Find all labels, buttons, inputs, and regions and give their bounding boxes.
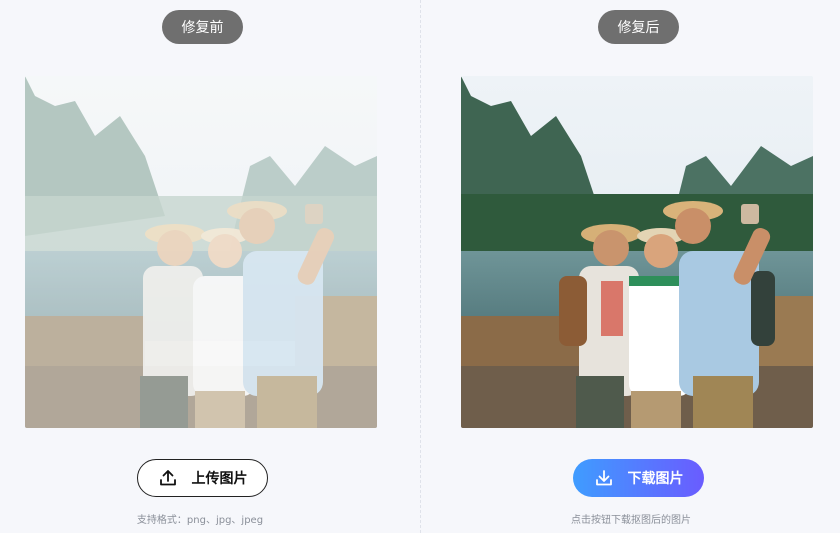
before-panel: 修复前 上传图片 支持格式：png、jpg、jpeg (0, 0, 420, 533)
upload-button[interactable]: 上传图片 (137, 459, 268, 497)
after-label: 修复后 (598, 10, 679, 44)
before-photo-image (25, 76, 377, 428)
upload-icon (158, 468, 178, 488)
before-photo (25, 76, 377, 428)
download-hint: 点击按钮下载抠图后的图片 (571, 515, 691, 526)
format-hint: 支持格式：png、jpg、jpeg (136, 515, 264, 526)
before-label: 修复前 (162, 10, 243, 44)
download-button-label: 下载图片 (627, 471, 684, 487)
download-icon (594, 468, 614, 488)
after-panel: 修复后 下载图片 点击按钮下载抠图后的图片 (420, 0, 840, 533)
after-photo (461, 76, 813, 428)
upload-button-label: 上传图片 (191, 471, 248, 487)
download-button[interactable]: 下载图片 (573, 459, 704, 497)
after-photo-image (461, 76, 813, 428)
